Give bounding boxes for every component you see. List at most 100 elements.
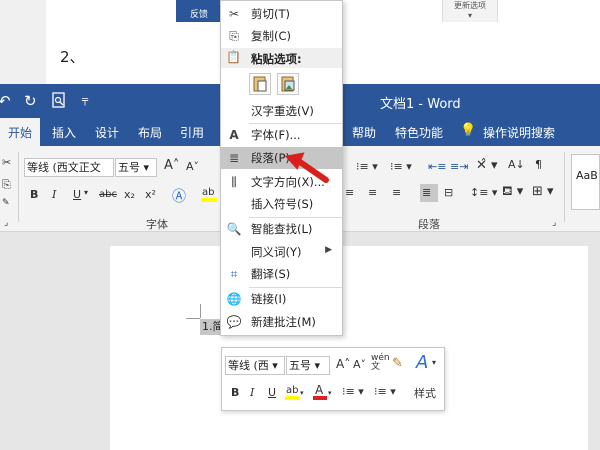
tab-special-features[interactable]: 特色功能 (395, 124, 443, 141)
svg-text:A: A (315, 383, 324, 397)
numbering-icon[interactable]: ⁝≡ ▾ (356, 160, 378, 173)
submenu-arrow-icon: ▶ (325, 245, 332, 255)
left-margin-strip (0, 0, 46, 84)
lightbulb-icon: 💡 (460, 123, 477, 138)
mini-font-name-combo[interactable]: 等线 (西 ▾ (225, 356, 285, 375)
crop-mark-h (186, 318, 200, 319)
italic-button[interactable]: I (52, 188, 56, 201)
tab-home[interactable]: 开始 (0, 118, 41, 146)
text-direction-icon: ⫼ (231, 175, 237, 189)
text-effects-icon[interactable]: Ⓐ (172, 186, 186, 206)
menu-item-copy[interactable]: ⎘ 复制(C) (221, 25, 342, 47)
styles-gallery[interactable]: AaB (571, 154, 600, 210)
mini-format-painter-icon[interactable]: ✎ (392, 356, 403, 371)
chinese-layout-icon[interactable]: ✕̂ ▾ (476, 158, 498, 173)
underline-button[interactable]: U (73, 188, 81, 201)
tab-layout[interactable]: 布局 (138, 124, 162, 141)
shrink-font-icon[interactable]: A˅ (186, 160, 199, 173)
feedback-tab[interactable]: 反馈 (176, 0, 222, 22)
mini-font-size-combo[interactable]: 五号 ▾ (286, 356, 330, 375)
svg-text:ab: ab (286, 385, 298, 396)
menu-item-cut[interactable]: ✂ 剪切(T) (221, 3, 342, 25)
increase-indent-icon[interactable]: ≡⇥ (450, 160, 468, 173)
paste-keep-formatting-button[interactable] (249, 73, 271, 95)
align-center-icon[interactable]: ≡ (368, 186, 377, 199)
tab-help[interactable]: 帮助 (352, 124, 376, 141)
redo-icon[interactable]: ↻ (24, 92, 37, 110)
tell-me-search[interactable]: 操作说明搜索 (483, 124, 555, 141)
borders-icon[interactable]: ⊞ ▾ (532, 184, 554, 199)
new-comment-icon: 💬 (226, 315, 242, 329)
mini-styles-label[interactable]: 样式 (414, 385, 436, 401)
smart-lookup-icon: 🔍 (226, 222, 242, 236)
mini-numbering-icon[interactable]: ⁝≡ ▾ (374, 385, 396, 398)
justify-icon[interactable]: ≣ (422, 186, 431, 199)
update-options-box[interactable]: 更新选项 ▾ (442, 0, 498, 22)
mini-bold-button[interactable]: B (231, 386, 239, 399)
multilevel-list-icon[interactable]: ⁝≡ ▾ (390, 160, 412, 173)
print-preview-icon[interactable] (52, 92, 66, 112)
mini-underline-button[interactable]: U (268, 386, 276, 399)
font-name-combo[interactable]: 等线 (西文正文 (24, 158, 114, 177)
paste-picture-button[interactable] (277, 73, 299, 95)
menu-item-synonyms[interactable]: 同义词(Y) ▶ (221, 241, 342, 263)
mini-styles-dropdown-icon[interactable]: ▾ (432, 358, 436, 367)
sort-icon[interactable]: A↓ (508, 158, 525, 171)
clipboard-icon: 📋 (226, 50, 241, 64)
grow-font-icon[interactable]: A˄ (164, 158, 179, 173)
highlight-color-icon[interactable]: ab (200, 184, 218, 207)
mini-styles-icon[interactable]: A (416, 352, 428, 373)
annotation-arrow-icon (284, 152, 329, 183)
mini-grow-font-icon[interactable]: A˄ (336, 357, 350, 371)
crop-mark-v (200, 304, 201, 318)
paragraph-group-label: 段落 (418, 218, 440, 231)
tab-design[interactable]: 设计 (95, 124, 119, 141)
mini-shrink-font-icon[interactable]: A˅ (353, 358, 366, 371)
customize-toolbar-icon[interactable]: ╤ (82, 95, 88, 106)
svg-text:▾: ▾ (300, 389, 304, 397)
menu-item-link[interactable]: 🌐 链接(I) (221, 288, 342, 310)
mini-highlight-icon[interactable]: ab ▾ (284, 382, 306, 405)
paragraph-launcher-icon[interactable]: ⌟ (552, 218, 556, 228)
bold-button[interactable]: B (30, 188, 38, 201)
tab-insert[interactable]: 插入 (52, 124, 76, 141)
font-size-combo[interactable]: 五号 ▾ (115, 158, 157, 177)
menu-item-new-comment[interactable]: 💬 新建批注(M) (221, 311, 342, 333)
format-painter-icon[interactable]: ✂ (2, 156, 11, 169)
menu-item-insert-symbol[interactable]: 插入符号(S) (221, 193, 342, 215)
mini-font-color-icon[interactable]: A ▾ (312, 382, 334, 405)
align-left-icon[interactable]: ≡ (345, 186, 354, 199)
brush-icon[interactable]: ✎ (2, 198, 10, 208)
undo-icon[interactable]: ↶ (0, 92, 11, 110)
clipboard-launcher-icon[interactable]: ⌟ (4, 218, 8, 228)
svg-text:▾: ▾ (328, 389, 332, 397)
mini-toolbar: 等线 (西 ▾ 五号 ▾ A˄ A˅ wén 文 ✎ A ▾ B I U ab ▾ … (221, 347, 445, 411)
decrease-indent-icon[interactable]: ⇤≡ (428, 160, 446, 173)
copy-icon: ⎘ (229, 29, 239, 43)
group-separator (18, 152, 19, 222)
superscript-button[interactable]: x² (145, 188, 156, 201)
line-spacing-icon[interactable]: ↕≡ ▾ (470, 186, 497, 199)
menu-item-translate[interactable]: ⌗ 翻译(S) (221, 263, 342, 285)
copy-icon[interactable]: ⎘ (2, 178, 11, 192)
mini-phonetic-guide-icon[interactable]: wén 文 (371, 354, 390, 372)
strikethrough-button[interactable]: abc (99, 189, 117, 200)
document-title: 文档1 - Word (380, 97, 461, 112)
mini-italic-button[interactable]: I (250, 386, 254, 399)
link-icon: 🌐 (226, 292, 242, 306)
underline-dropdown-icon[interactable]: ▾ (84, 188, 88, 197)
subscript-button[interactable]: x₂ (124, 188, 135, 201)
translate-icon: ⌗ (230, 267, 238, 281)
align-right-icon[interactable]: ≡ (392, 186, 401, 199)
distributed-icon[interactable]: ⊟ (444, 186, 453, 199)
list-number: 2、 (60, 48, 85, 66)
show-marks-icon[interactable]: ¶ (535, 158, 542, 171)
paste-options-header: 📋 粘贴选项: (221, 48, 342, 68)
mini-bullets-icon[interactable]: ⁝≡ ▾ (342, 385, 364, 398)
menu-item-reconvert[interactable]: 汉字重选(V) (221, 100, 342, 122)
paragraph-icon: ≣ (228, 151, 240, 165)
menu-item-smart-lookup[interactable]: 🔍 智能查找(L) (221, 218, 342, 240)
tab-references[interactable]: 引用 (180, 124, 204, 141)
menu-item-font[interactable]: A 字体(F)... (221, 124, 342, 146)
shading-icon[interactable]: ⛾ ▾ (502, 184, 523, 201)
